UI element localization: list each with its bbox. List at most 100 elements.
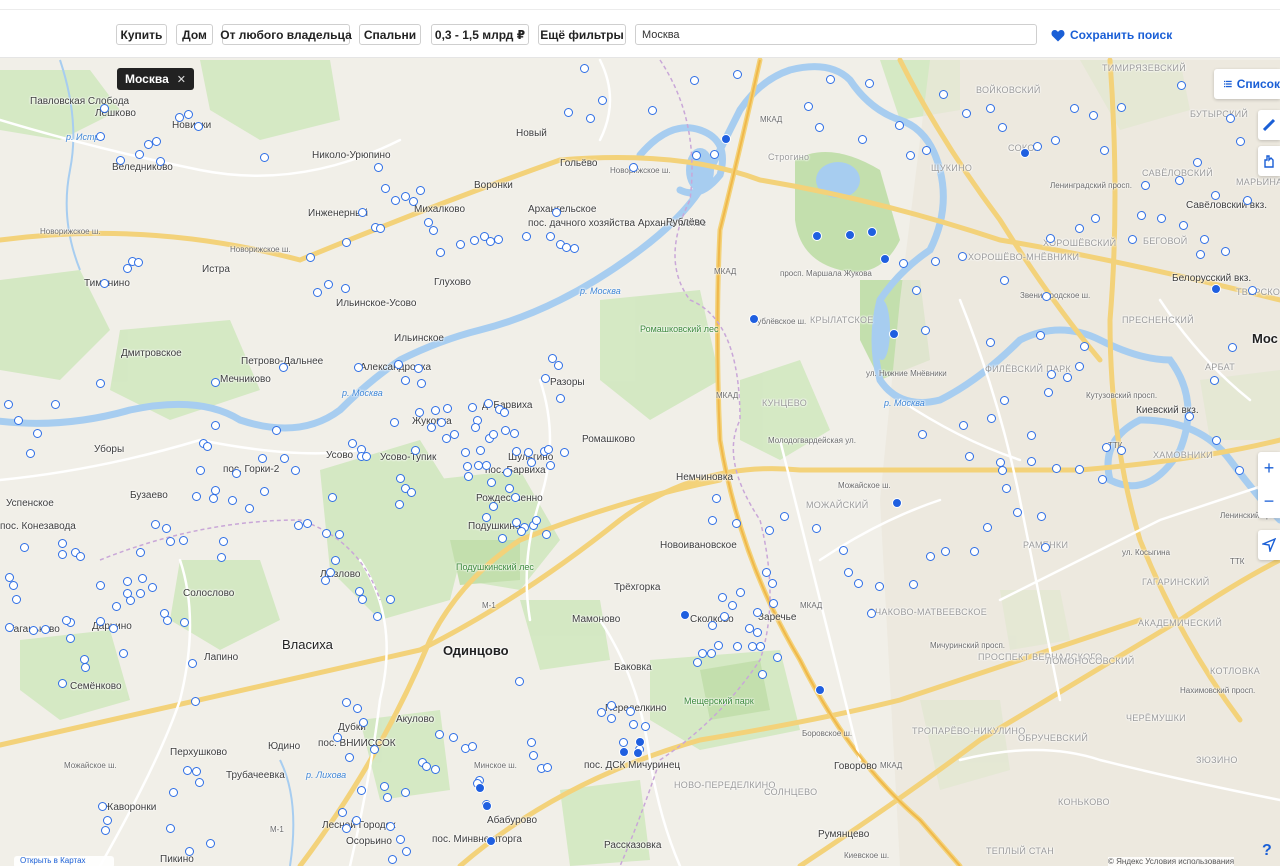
listing-marker-viewed[interactable] (619, 747, 629, 757)
listing-marker[interactable] (1041, 543, 1050, 552)
listing-marker[interactable] (1141, 181, 1150, 190)
listing-marker[interactable] (409, 197, 418, 206)
listing-marker[interactable] (1033, 142, 1042, 151)
listing-marker[interactable] (1236, 137, 1245, 146)
listing-marker[interactable] (515, 677, 524, 686)
listing-marker[interactable] (1052, 464, 1061, 473)
listing-marker[interactable] (998, 123, 1007, 132)
listing-marker[interactable] (733, 642, 742, 651)
listing-marker[interactable] (416, 186, 425, 195)
listing-marker[interactable] (470, 236, 479, 245)
listing-marker[interactable] (373, 612, 382, 621)
listing-marker[interactable] (411, 446, 420, 455)
listing-marker[interactable] (875, 582, 884, 591)
listing-marker[interactable] (341, 284, 350, 293)
listing-marker[interactable] (1211, 191, 1220, 200)
listing-marker[interactable] (733, 70, 742, 79)
listing-marker[interactable] (260, 487, 269, 496)
listing-marker[interactable] (101, 826, 110, 835)
listing-marker[interactable] (471, 423, 480, 432)
listing-marker[interactable] (5, 573, 14, 582)
listing-marker[interactable] (20, 543, 29, 552)
listing-marker-viewed[interactable] (880, 254, 890, 264)
listing-marker[interactable] (714, 641, 723, 650)
listing-marker[interactable] (1228, 343, 1237, 352)
listing-marker[interactable] (641, 722, 650, 731)
listing-marker[interactable] (211, 421, 220, 430)
listing-marker[interactable] (1117, 446, 1126, 455)
listing-marker[interactable] (66, 634, 75, 643)
listing-marker[interactable] (986, 104, 995, 113)
listing-marker[interactable] (1128, 235, 1137, 244)
listing-marker[interactable] (597, 708, 606, 717)
listing-marker[interactable] (463, 462, 472, 471)
listing-marker[interactable] (619, 738, 628, 747)
listing-marker[interactable] (280, 454, 289, 463)
listing-marker[interactable] (151, 520, 160, 529)
listing-marker[interactable] (921, 326, 930, 335)
listing-marker[interactable] (732, 519, 741, 528)
listing-marker[interactable] (1070, 104, 1079, 113)
map-copyright[interactable]: © Яндекс Условия использования (1108, 857, 1235, 866)
listing-marker[interactable] (100, 104, 109, 113)
listing-marker[interactable] (690, 76, 699, 85)
listing-marker[interactable] (209, 494, 218, 503)
listing-marker[interactable] (503, 468, 512, 477)
listing-marker[interactable] (192, 767, 201, 776)
listing-marker[interactable] (718, 593, 727, 602)
listing-marker[interactable] (1248, 286, 1257, 295)
listing-marker[interactable] (381, 184, 390, 193)
geolocation-button[interactable] (1258, 530, 1280, 560)
listing-marker[interactable] (1063, 373, 1072, 382)
listing-marker[interactable] (570, 244, 579, 253)
listing-marker[interactable] (629, 163, 638, 172)
listing-marker[interactable] (899, 259, 908, 268)
listing-marker[interactable] (338, 808, 347, 817)
listing-marker[interactable] (693, 658, 702, 667)
listing-marker[interactable] (272, 426, 281, 435)
listing-marker[interactable] (1013, 508, 1022, 517)
listing-marker[interactable] (279, 363, 288, 372)
listing-marker[interactable] (780, 512, 789, 521)
listing-marker[interactable] (1027, 431, 1036, 440)
listing-marker[interactable] (422, 762, 431, 771)
listing-marker[interactable] (391, 196, 400, 205)
listing-marker[interactable] (468, 403, 477, 412)
listing-marker[interactable] (909, 580, 918, 589)
listing-marker[interactable] (1175, 176, 1184, 185)
listing-marker-viewed[interactable] (812, 231, 822, 241)
listing-marker[interactable] (407, 488, 416, 497)
listing-marker[interactable] (291, 466, 300, 475)
listing-marker[interactable] (41, 625, 50, 634)
listing-marker[interactable] (804, 102, 813, 111)
listing-marker[interactable] (376, 224, 385, 233)
listing-marker[interactable] (461, 448, 470, 457)
listing-marker[interactable] (765, 526, 774, 535)
listing-marker[interactable] (353, 704, 362, 713)
listing-marker[interactable] (607, 701, 616, 710)
listing-marker[interactable] (342, 698, 351, 707)
listing-marker[interactable] (1196, 250, 1205, 259)
listing-marker[interactable] (1243, 196, 1252, 205)
listing-marker[interactable] (396, 474, 405, 483)
listing-marker[interactable] (1200, 235, 1209, 244)
listing-marker[interactable] (436, 248, 445, 257)
listing-marker[interactable] (1100, 146, 1109, 155)
listing-marker[interactable] (494, 235, 503, 244)
listing-marker[interactable] (941, 547, 950, 556)
listing-marker[interactable] (484, 399, 493, 408)
listing-marker[interactable] (580, 64, 589, 73)
listing-marker[interactable] (524, 448, 533, 457)
listing-marker-viewed[interactable] (867, 227, 877, 237)
listing-marker[interactable] (185, 847, 194, 856)
listing-marker[interactable] (333, 733, 342, 742)
listing-marker[interactable] (322, 529, 331, 538)
listing-marker[interactable] (417, 379, 426, 388)
listing-marker[interactable] (648, 106, 657, 115)
listing-marker[interactable] (183, 766, 192, 775)
listing-marker[interactable] (169, 788, 178, 797)
listing-marker[interactable] (1089, 111, 1098, 120)
price-filter-button[interactable]: 0,3 - 1,5 млрд ₽ (431, 24, 529, 45)
listing-marker[interactable] (962, 109, 971, 118)
listing-marker[interactable] (362, 452, 371, 461)
